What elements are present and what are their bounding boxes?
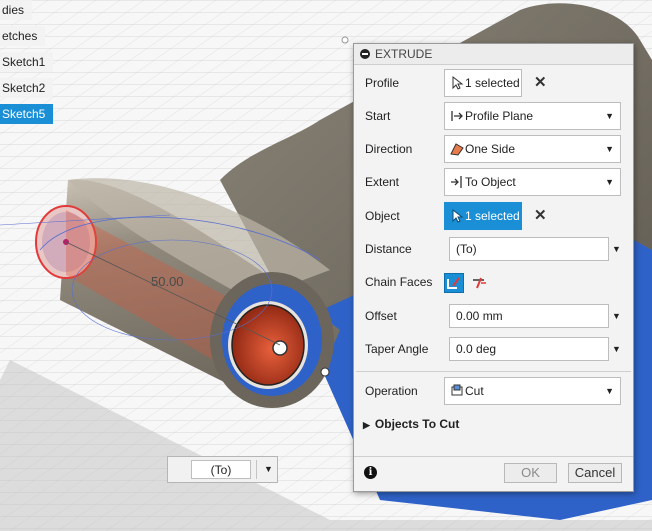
profile-select-button[interactable]: 1 selected xyxy=(444,69,522,97)
floating-distance-input[interactable]: (To) ▼ xyxy=(167,456,278,483)
operation-label: Operation xyxy=(365,384,418,398)
dialog-footer: i OK Cancel xyxy=(354,456,633,492)
one-side-icon xyxy=(450,143,464,156)
floating-distance-value[interactable]: (To) xyxy=(191,460,251,479)
chevron-down-icon: ▼ xyxy=(605,386,614,396)
extent-label: Extent xyxy=(365,175,400,189)
cursor-arrow-icon xyxy=(452,209,464,223)
dimension-label: 50.00 xyxy=(151,274,184,289)
objects-to-cut-expander[interactable]: ▶ Objects To Cut xyxy=(363,416,459,433)
distance-input[interactable]: (To) xyxy=(449,237,609,261)
browser-item-label: dies xyxy=(2,3,25,17)
browser-item-sketch5[interactable]: Sketch5 xyxy=(0,104,54,124)
distance-value: (To) xyxy=(456,242,477,256)
distance-label: Distance xyxy=(365,242,412,256)
chevron-down-icon: ▼ xyxy=(605,144,614,154)
direction-dropdown[interactable]: One Side ▼ xyxy=(444,135,621,163)
chain-faces-row: Chain Faces xyxy=(354,266,633,298)
browser-item-label: Sketch1 xyxy=(2,55,46,69)
extrude-dialog: EXTRUDE Profile 1 selected ✕ Start Profi… xyxy=(353,43,634,492)
to-object-icon xyxy=(451,176,462,188)
direction-label: Direction xyxy=(365,142,413,156)
extent-dropdown[interactable]: To Object ▼ xyxy=(444,168,621,196)
start-dropdown[interactable]: Profile Plane ▼ xyxy=(444,102,621,130)
chevron-down-icon[interactable]: ▼ xyxy=(264,457,273,482)
extent-value: To Object xyxy=(465,175,516,189)
start-label: Start xyxy=(365,109,391,123)
profile-label: Profile xyxy=(365,76,400,90)
taper-angle-input[interactable]: 0.0 deg xyxy=(449,337,609,361)
operation-row: Operation Cut ▼ xyxy=(354,375,633,407)
chevron-down-icon[interactable]: ▼ xyxy=(612,233,621,265)
profile-clear-icon[interactable]: ✕ xyxy=(534,74,547,92)
taper-angle-value: 0.0 deg xyxy=(456,342,497,356)
offset-value: 0.00 mm xyxy=(456,309,503,323)
cursor-arrow-icon xyxy=(452,76,464,90)
object-label: Object xyxy=(365,209,400,223)
collapse-icon[interactable] xyxy=(360,49,370,59)
chevron-down-icon: ▼ xyxy=(605,177,614,187)
object-clear-icon[interactable]: ✕ xyxy=(534,207,547,225)
offset-label: Offset xyxy=(365,309,397,323)
profile-value: 1 selected xyxy=(465,76,520,90)
browser-item-label: Sketch5 xyxy=(2,107,46,121)
chevron-down-icon: ▼ xyxy=(605,111,614,121)
offset-input[interactable]: 0.00 mm xyxy=(449,304,609,328)
cancel-button[interactable]: Cancel xyxy=(568,463,622,483)
taper-angle-row: Taper Angle 0.0 deg ▼ xyxy=(354,333,633,365)
object-select-button[interactable]: 1 selected xyxy=(444,202,522,230)
chain-faces-off-toggle[interactable] xyxy=(470,273,490,293)
browser-item-label: etches xyxy=(2,29,38,43)
cut-icon xyxy=(451,384,463,396)
direction-value: One Side xyxy=(465,142,516,156)
browser-item-sketch1[interactable]: Sketch1 xyxy=(0,52,54,72)
chain-faces-icon xyxy=(447,277,460,289)
browser-item-sketches[interactable]: etches xyxy=(0,26,46,46)
offset-row: Offset 0.00 mm ▼ xyxy=(354,300,633,332)
info-icon[interactable]: i xyxy=(364,466,377,479)
dialog-header[interactable]: EXTRUDE xyxy=(354,44,633,65)
ok-button[interactable]: OK xyxy=(504,463,557,483)
browser-item-sketch2[interactable]: Sketch2 xyxy=(0,78,54,98)
chevron-down-icon[interactable]: ▼ xyxy=(612,300,621,332)
dialog-title: EXTRUDE xyxy=(375,47,433,61)
object-value: 1 selected xyxy=(465,209,520,223)
divider xyxy=(256,460,257,479)
profile-plane-icon xyxy=(451,111,463,121)
chevron-down-icon[interactable]: ▼ xyxy=(612,333,621,365)
browser-item-label: Sketch2 xyxy=(2,81,46,95)
start-row: Start Profile Plane ▼ xyxy=(354,100,633,132)
triangle-right-icon: ▶ xyxy=(363,420,370,430)
divider xyxy=(356,371,631,372)
extent-row: Extent To Object ▼ xyxy=(354,166,633,198)
bore-hole xyxy=(231,304,305,386)
distance-row: Distance (To) ▼ xyxy=(354,233,633,265)
profile-row: Profile 1 selected ✕ xyxy=(354,67,633,99)
operation-value: Cut xyxy=(465,384,484,398)
operation-dropdown[interactable]: Cut ▼ xyxy=(444,377,621,405)
single-face-icon xyxy=(473,277,486,289)
browser-item-bodies[interactable]: dies xyxy=(0,0,33,20)
object-row: Object 1 selected ✕ xyxy=(354,200,633,232)
objects-to-cut-label: Objects To Cut xyxy=(374,417,460,431)
start-value: Profile Plane xyxy=(465,109,534,123)
taper-angle-label: Taper Angle xyxy=(365,342,429,356)
direction-row: Direction One Side ▼ xyxy=(354,133,633,165)
chain-faces-on-toggle[interactable] xyxy=(444,273,464,293)
chain-faces-label: Chain Faces xyxy=(365,275,433,289)
